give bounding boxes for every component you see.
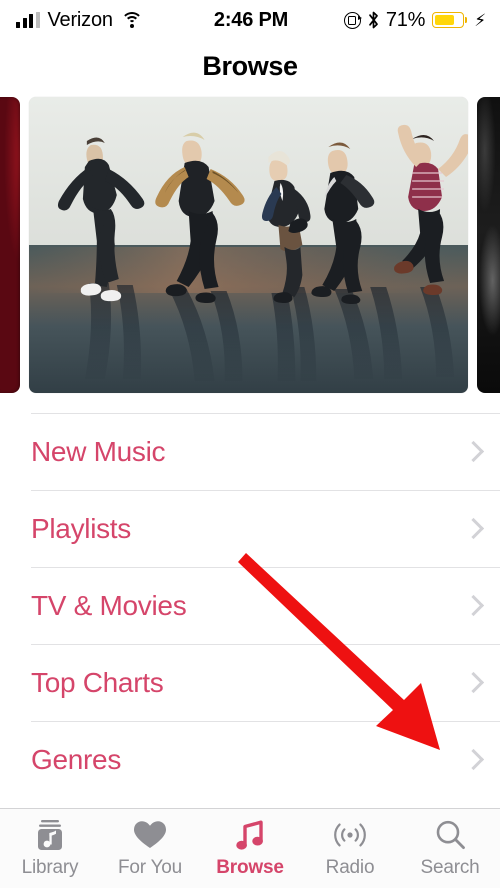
tab-for-you[interactable]: For You [100,818,200,879]
menu-row-label: Top Charts [31,667,164,698]
previous-feature-card[interactable] [0,96,20,393]
featured-carousel[interactable] [0,92,500,397]
navigation-bar: Browse [0,40,500,92]
battery-percent-label: 71% [385,8,426,31]
rotation-lock-icon [343,11,363,29]
library-icon [35,818,65,852]
menu-row-label: Playlists [31,513,131,544]
menu-row-playlists[interactable]: Playlists [31,490,500,567]
chevron-right-icon [465,518,478,540]
chevron-right-icon [465,672,478,694]
tab-label: For You [117,857,183,878]
tab-radio[interactable]: Radio [300,818,400,879]
tab-browse[interactable]: Browse [200,818,300,879]
search-icon [434,818,466,852]
tab-bar: Library For You Browse Radio Search [0,808,500,888]
tab-label: Browse [216,857,284,878]
menu-row-label: TV & Movies [31,590,187,621]
browse-menu-list: New Music Playlists TV & Movies Top Char… [0,397,500,798]
carrier-label: Verizon [47,8,114,31]
music-note-icon [235,818,265,852]
chevron-right-icon [465,595,478,617]
status-bar-right: 71% ⚡ [288,9,486,32]
wifi-icon [120,12,143,28]
menu-row-label: Genres [31,744,122,775]
page-title: Browse [202,50,298,81]
radio-waves-icon [332,818,368,852]
status-bar-left: Verizon [16,9,214,32]
heart-icon [133,818,167,852]
lightning-bolt-icon: ⚡ [474,10,486,30]
tab-label: Radio [325,857,375,878]
featured-artist-photo [29,96,468,393]
featured-artist-card[interactable] [29,96,468,393]
tab-label: Search [420,857,480,878]
menu-row-new-music[interactable]: New Music [31,413,500,490]
battery-icon [432,12,465,28]
tab-search[interactable]: Search [400,818,500,879]
cellular-signal-icon [16,12,40,28]
menu-row-label: New Music [31,436,166,467]
status-bar: Verizon 2:46 PM 71% ⚡ [0,0,500,40]
next-feature-card[interactable] [477,96,500,393]
tab-library[interactable]: Library [0,818,100,879]
menu-row-genres[interactable]: Genres [31,721,500,798]
menu-row-top-charts[interactable]: Top Charts [31,644,500,721]
status-bar-center: 2:46 PM [214,9,288,32]
chevron-right-icon [465,441,478,463]
menu-row-tv-and-movies[interactable]: TV & Movies [31,567,500,644]
chevron-right-icon [465,749,478,771]
tab-label: Library [21,857,79,878]
clock-label: 2:46 PM [213,8,289,31]
bluetooth-icon [368,11,379,29]
